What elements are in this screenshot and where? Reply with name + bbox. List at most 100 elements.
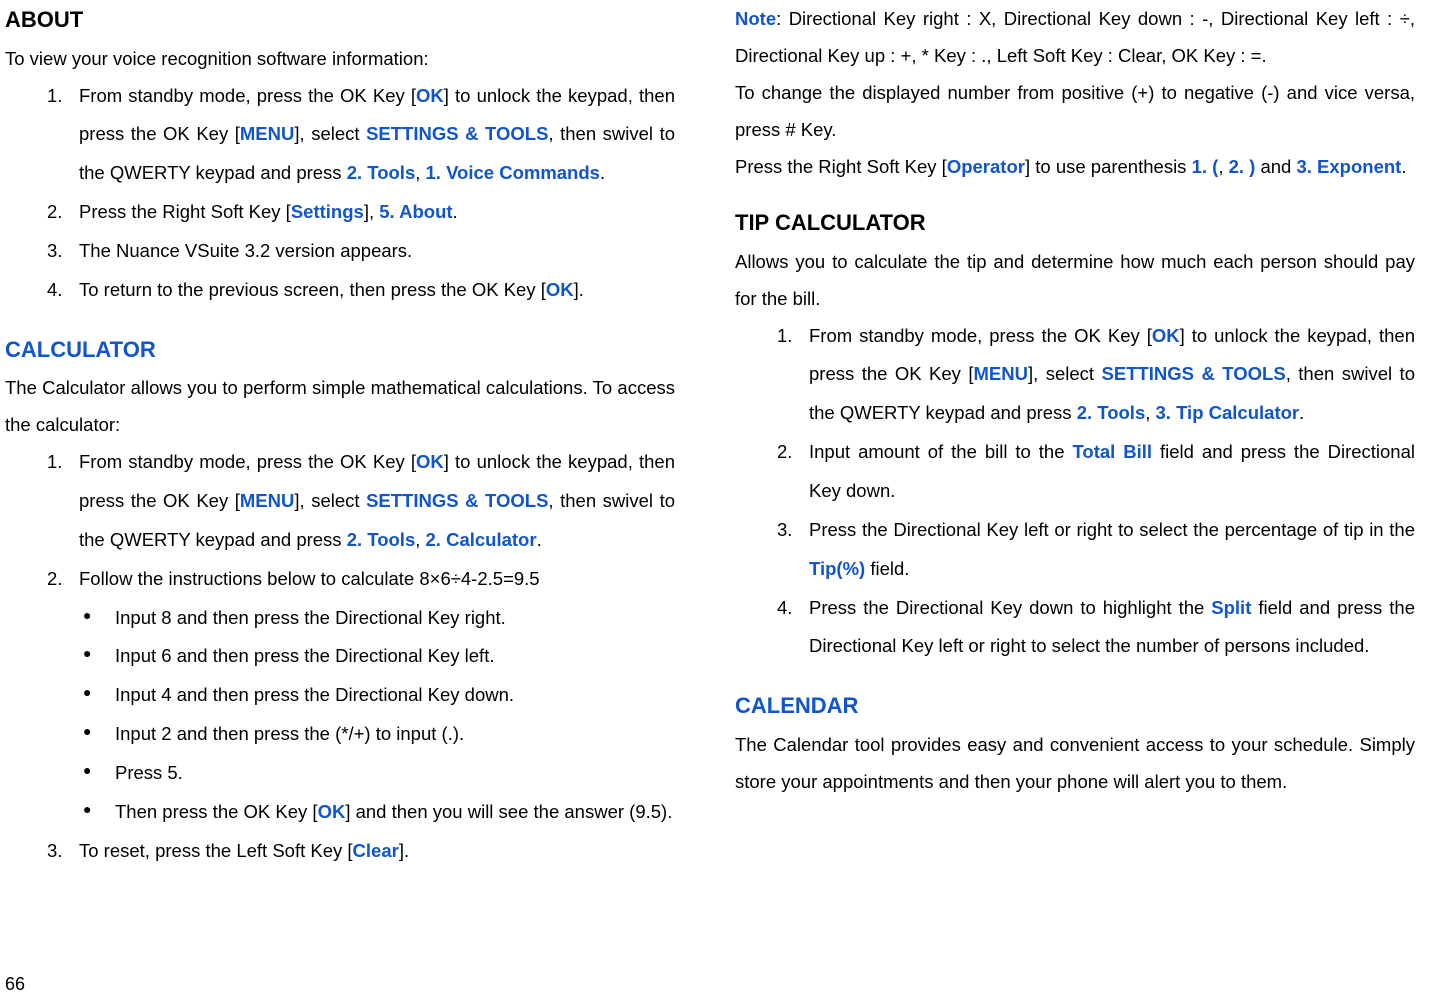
tools-option: 2. Tools [347, 162, 416, 183]
spacer [735, 185, 1415, 203]
ok-key: OK [318, 801, 346, 822]
text: Input amount of the bill to the [809, 441, 1072, 462]
text: Press 5. [115, 762, 183, 783]
calculator-heading: CALCULATOR [5, 330, 675, 370]
tip-item-2: 2. Input amount of the bill to the Total… [777, 433, 1415, 511]
list-number: 2. [47, 560, 62, 599]
tools-option: 2. Tools [347, 529, 416, 550]
tip-intro: Allows you to calculate the tip and dete… [735, 243, 1415, 317]
paren-close: 2. ) [1229, 156, 1256, 177]
text: Press the Directional Key down to highli… [809, 597, 1211, 618]
left-column: ABOUT To view your voice recognition sof… [5, 0, 675, 963]
ok-key: OK [416, 451, 444, 472]
about-item-1: 1. From standby mode, press the OK Key [… [47, 77, 675, 194]
text: ], select [294, 123, 366, 144]
settings-key: Settings [291, 201, 364, 222]
clear-key: Clear [353, 840, 399, 861]
tip-item-3: 3. Press the Directional Key left or rig… [777, 511, 1415, 589]
about-list: 1. From standby mode, press the OK Key [… [5, 77, 675, 310]
exponent: 3. Exponent [1296, 156, 1401, 177]
text: Press the Directional Key left or right … [809, 519, 1415, 540]
calc-item-3: 3. To reset, press the Left Soft Key [Cl… [47, 832, 675, 871]
text: . [1401, 156, 1406, 177]
tip-item-1: 1. From standby mode, press the OK Key [… [777, 317, 1415, 434]
text: ] and then you will see the answer (9.5)… [345, 801, 672, 822]
text: To return to the previous screen, then p… [79, 279, 546, 300]
settings-tools: SETTINGS & TOOLS [1102, 363, 1286, 384]
text: ], select [294, 490, 366, 511]
text: To reset, press the Left Soft Key [ [79, 840, 353, 861]
tools-option: 2. Tools [1077, 402, 1146, 423]
about-item-3: 3. The Nuance VSuite 3.2 version appears… [47, 232, 675, 271]
menu-key: MENU [974, 363, 1028, 384]
calculator-list: 1. From standby mode, press the OK Key [… [5, 443, 675, 598]
text: . [453, 201, 458, 222]
bullet-item: Input 8 and then press the Directional K… [83, 599, 675, 638]
text: field. [865, 558, 909, 579]
text: From standby mode, press the OK Key [ [809, 325, 1152, 346]
list-number: 1. [47, 443, 62, 482]
split-field: Split [1211, 597, 1251, 618]
about-option: 5. About [379, 201, 452, 222]
calculator-option: 2. Calculator [426, 529, 537, 550]
list-number: 2. [47, 193, 62, 232]
bullet-item: Input 4 and then press the Directional K… [83, 676, 675, 715]
text: From standby mode, press the OK Key [ [79, 451, 416, 472]
text: Then press the OK Key [ [115, 801, 318, 822]
bullet-item: Input 2 and then press the (*/+) to inpu… [83, 715, 675, 754]
text: , [1145, 402, 1155, 423]
note-label: Note [735, 8, 776, 29]
about-item-2: 2. Press the Right Soft Key [Settings], … [47, 193, 675, 232]
voice-commands: 1. Voice Commands [426, 162, 600, 183]
calculator-list-cont: 3. To reset, press the Left Soft Key [Cl… [5, 832, 675, 871]
calc-bullet-list: Input 8 and then press the Directional K… [5, 599, 675, 832]
text: Input 8 and then press the Directional K… [115, 607, 506, 628]
text: ]. [399, 840, 409, 861]
page-number: 66 [5, 974, 25, 995]
right-column: Note: Directional Key right : X, Directi… [735, 0, 1415, 963]
text: From standby mode, press the OK Key [ [79, 85, 416, 106]
settings-tools: SETTINGS & TOOLS [366, 490, 548, 511]
about-heading: ABOUT [5, 0, 675, 40]
calc-item-2: 2. Follow the instructions below to calc… [47, 560, 675, 599]
calendar-heading: CALENDAR [735, 686, 1415, 726]
ok-key: OK [416, 85, 444, 106]
calc-item-1: 1. From standby mode, press the OK Key [… [47, 443, 675, 560]
text: ], [364, 201, 379, 222]
list-number: 4. [777, 589, 792, 628]
ok-key: OK [546, 279, 574, 300]
text: and [1255, 156, 1296, 177]
ok-key: OK [1152, 325, 1180, 346]
total-bill-field: Total Bill [1072, 441, 1152, 462]
change-sign-text: To change the displayed number from posi… [735, 74, 1415, 148]
list-number: 3. [47, 832, 62, 871]
operator-key: Operator [947, 156, 1025, 177]
tip-percent-field: Tip(%) [809, 558, 865, 579]
text: , [1218, 156, 1228, 177]
text: Input 2 and then press the (*/+) to inpu… [115, 723, 464, 744]
text: Input 6 and then press the Directional K… [115, 645, 494, 666]
text: The Nuance VSuite 3.2 version appears. [79, 240, 412, 261]
menu-key: MENU [240, 490, 294, 511]
tip-list: 1. From standby mode, press the OK Key [… [735, 317, 1415, 667]
tip-calculator-heading: TIP CALCULATOR [735, 203, 1415, 243]
about-item-4: 4. To return to the previous screen, the… [47, 271, 675, 310]
bullet-item: Input 6 and then press the Directional K… [83, 637, 675, 676]
text: : Directional Key right : X, Directional… [735, 8, 1415, 66]
text: ]. [574, 279, 584, 300]
text: ], select [1028, 363, 1102, 384]
text: , [415, 529, 425, 550]
calendar-text: The Calendar tool provides easy and conv… [735, 726, 1415, 800]
note-paragraph: Note: Directional Key right : X, Directi… [735, 0, 1415, 74]
calculator-intro: The Calculator allows you to perform sim… [5, 369, 675, 443]
list-number: 1. [47, 77, 62, 116]
list-number: 4. [47, 271, 62, 310]
text: ] to use parenthesis [1025, 156, 1192, 177]
text: . [1299, 402, 1304, 423]
text: , [415, 162, 425, 183]
list-number: 3. [777, 511, 792, 550]
text: Press the Right Soft Key [ [735, 156, 947, 177]
tip-calc-option: 3. Tip Calculator [1156, 402, 1300, 423]
tip-item-4: 4. Press the Directional Key down to hig… [777, 589, 1415, 667]
bullet-item: Press 5. [83, 754, 675, 793]
